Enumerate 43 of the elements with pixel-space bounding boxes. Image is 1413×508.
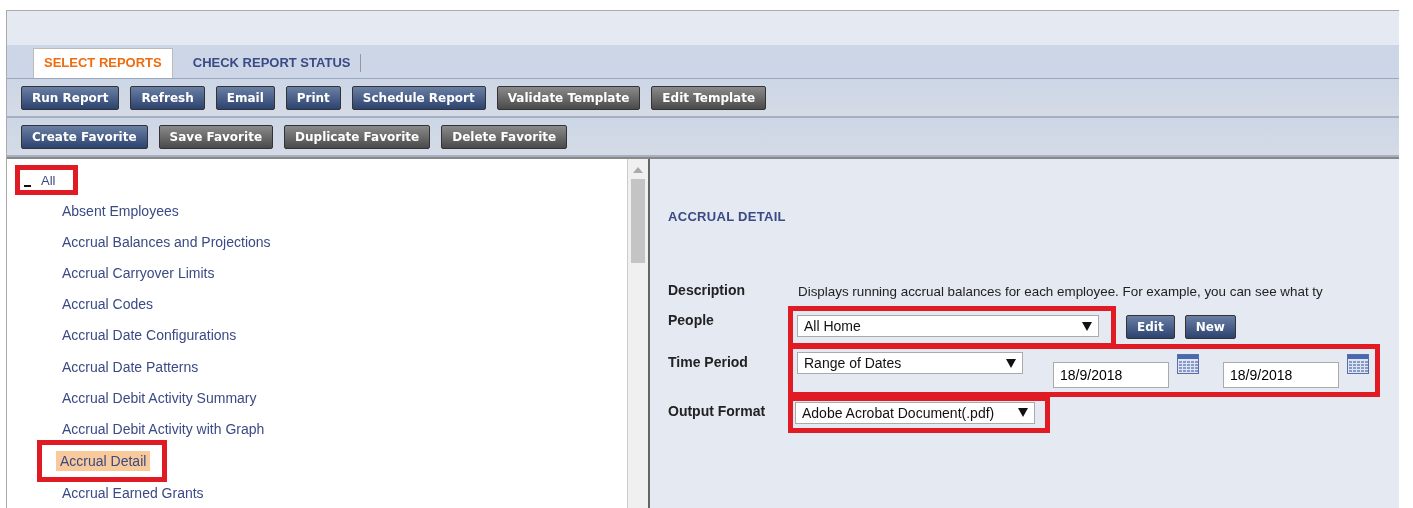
field-label: Output Format — [668, 402, 767, 419]
time-period-select[interactable]: Range of Dates — [797, 352, 1023, 374]
field-label: Description — [668, 281, 746, 298]
dropdown-arrow-icon — [1006, 358, 1016, 368]
favorite-button[interactable]: Duplicate Favorite — [284, 124, 431, 149]
toolbar-button[interactable]: Schedule Report — [351, 85, 486, 110]
output-format-select[interactable]: Adobe Acrobat Document(.pdf) — [795, 401, 1035, 424]
people-button[interactable]: New — [1184, 315, 1236, 339]
toolbar-button[interactable]: Edit Template — [651, 85, 767, 110]
people-select[interactable]: All Home — [797, 315, 1099, 337]
description-text: Displays running accrual balances for each employee. For example, you can see what ty — [798, 283, 1323, 299]
toolbar-button[interactable]: Refresh — [130, 85, 205, 110]
tree-item[interactable]: Accrual Codes — [58, 294, 158, 315]
favorite-button[interactable]: Delete Favorite — [441, 124, 568, 149]
scrollbar-thumb[interactable] — [631, 179, 645, 263]
tree-item[interactable]: Accrual Carryover Limits — [58, 263, 219, 284]
tree-item[interactable]: Accrual Date Configurations — [58, 325, 241, 346]
section-title: ACCRUAL DETAIL — [668, 209, 787, 224]
field-label: People — [668, 311, 715, 328]
tree-item[interactable]: Accrual Date Patterns — [58, 356, 203, 377]
tree-item[interactable]: All — [37, 170, 60, 190]
end-date-field[interactable]: 18/9/2018 — [1223, 362, 1339, 388]
scrollbar[interactable] — [628, 159, 650, 508]
toolbar-button[interactable]: Run Report — [21, 85, 120, 110]
favorite-button[interactable]: Create Favorite — [21, 124, 148, 149]
toolbar-button[interactable]: Email — [215, 85, 275, 110]
tree-item[interactable]: Accrual Debit Activity Summary — [58, 387, 261, 408]
start-date-field[interactable]: 18/9/2018 — [1053, 362, 1169, 388]
favorite-button[interactable]: Save Favorite — [158, 124, 274, 149]
tree-item[interactable]: Accrual Detail — [56, 451, 151, 472]
dropdown-arrow-icon — [1018, 408, 1028, 417]
dropdown-arrow-icon — [1082, 321, 1092, 331]
tab[interactable]: CHECK REPORT STATUS — [182, 54, 362, 72]
calendar-icon[interactable] — [1347, 354, 1369, 374]
tree-item[interactable]: Accrual Earned Grants — [58, 483, 208, 504]
tree-item[interactable]: Accrual Debit Activity with Graph — [58, 419, 269, 440]
calendar-icon[interactable] — [1177, 354, 1199, 374]
tree-item[interactable]: Absent Employees — [58, 200, 183, 221]
tree-item[interactable]: Accrual Balances and Projections — [58, 231, 275, 252]
people-button[interactable]: Edit — [1126, 315, 1175, 339]
toolbar-button[interactable]: Print — [285, 85, 341, 110]
toolbar-button[interactable]: Validate Template — [496, 85, 641, 110]
field-label: Time Period — [668, 353, 749, 370]
